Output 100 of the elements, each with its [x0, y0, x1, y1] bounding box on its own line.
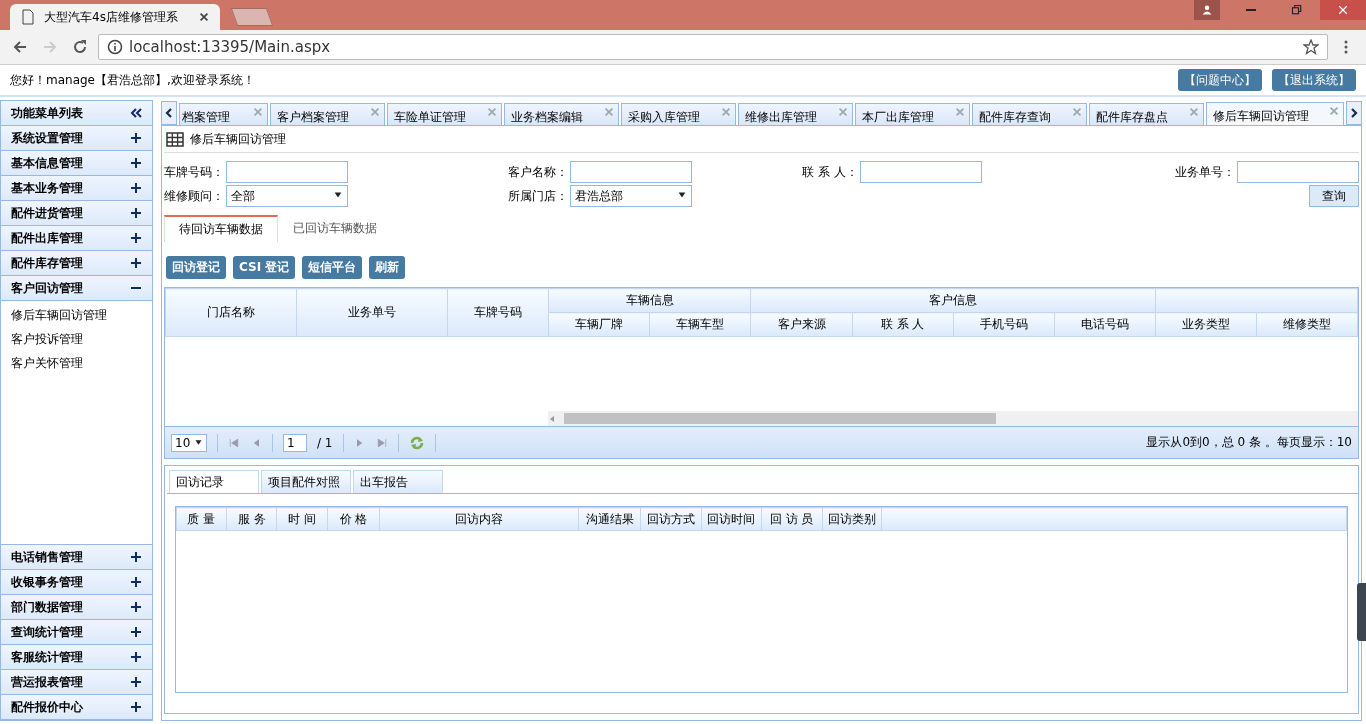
column-header[interactable]: 业务单号: [296, 288, 448, 337]
menu-group[interactable]: 配件出库管理: [1, 226, 152, 251]
back-arrow-icon: [12, 39, 28, 55]
column-header[interactable]: 沟通结果: [578, 507, 641, 531]
column-header[interactable]: 回访方式: [640, 507, 702, 531]
column-header[interactable]: 价 格: [327, 507, 380, 531]
column-header[interactable]: 车辆车型: [649, 312, 751, 337]
column-header[interactable]: 回访类别: [822, 507, 882, 531]
field-label: 车牌号码：: [164, 163, 224, 181]
browser-tab[interactable]: 大型汽车4s店维修管理系: [10, 4, 220, 30]
select-field[interactable]: 全部: [226, 185, 348, 207]
data-tab[interactable]: 已回访车辆数据: [278, 215, 392, 242]
dropdown-icon: [677, 190, 687, 200]
menu-group[interactable]: 配件进货管理: [1, 201, 152, 226]
column-header[interactable]: 维修类型: [1256, 312, 1358, 337]
close-icon: [603, 106, 615, 118]
column-header[interactable]: 时 间: [277, 507, 328, 531]
page-number-field[interactable]: 1: [283, 433, 307, 452]
detail-tab[interactable]: 回访记录: [169, 470, 259, 493]
menu-item[interactable]: 客户投诉管理: [1, 327, 152, 351]
page-tab[interactable]: 修后车辆回访管理: [1206, 102, 1344, 125]
column-header[interactable]: 服 务: [226, 507, 277, 531]
page-tab[interactable]: 业务档案编辑: [504, 103, 619, 125]
page-tab[interactable]: 配件库存盘点: [1089, 103, 1204, 125]
menu-group[interactable]: 客户回访管理: [1, 276, 152, 301]
menu-group[interactable]: 营运报表管理: [1, 670, 152, 695]
close-icon: [198, 11, 210, 23]
menu-group[interactable]: 配件报价中心: [1, 695, 152, 720]
menu-group[interactable]: 收银事务管理: [1, 570, 152, 595]
plus-icon: [130, 601, 142, 613]
user-icon[interactable]: [1194, 0, 1220, 20]
input-field[interactable]: [570, 161, 692, 183]
field-label: 维修顾问：: [164, 187, 224, 205]
scroll-right-button[interactable]: [1346, 101, 1362, 125]
menu-group[interactable]: 配件库存管理: [1, 251, 152, 276]
column-header[interactable]: 车辆厂牌: [548, 312, 650, 337]
plus-icon: [130, 626, 142, 638]
menu-item[interactable]: 修后车辆回访管理: [1, 303, 152, 327]
detail-tab[interactable]: 项目配件对照: [261, 470, 351, 493]
input-field[interactable]: [226, 161, 348, 183]
page-tab[interactable]: 档案管理: [179, 103, 268, 125]
column-header[interactable]: 质 量: [176, 507, 227, 531]
plus-icon: [130, 257, 142, 269]
minimize-icon: [1246, 9, 1256, 11]
page-tab[interactable]: 采购入库管理: [621, 103, 736, 125]
side-handle[interactable]: [1357, 583, 1366, 641]
column-header[interactable]: 门店名称: [165, 288, 297, 337]
header-button[interactable]: 【问题中心】: [1178, 69, 1262, 91]
menu-group[interactable]: 部门数据管理: [1, 595, 152, 620]
scroll-left-button[interactable]: [161, 101, 177, 125]
close-icon: [369, 106, 381, 118]
new-tab-button[interactable]: [230, 8, 274, 26]
menu-group[interactable]: 基本业务管理: [1, 176, 152, 201]
plus-icon: [130, 157, 142, 169]
page-tab[interactable]: 客户档案管理: [270, 103, 385, 125]
page-tab[interactable]: 维修出库管理: [738, 103, 853, 125]
action-button[interactable]: 回访登记: [166, 256, 226, 279]
forward-arrow-icon: [42, 39, 58, 55]
close-icon: [720, 106, 732, 118]
page-size-select[interactable]: 10: [171, 433, 207, 452]
column-header[interactable]: 回 访 员: [761, 507, 822, 531]
menu-group[interactable]: 基本信息管理: [1, 151, 152, 176]
action-button[interactable]: 短信平台: [302, 256, 363, 279]
action-button[interactable]: 刷新: [369, 256, 406, 279]
menu-group[interactable]: 电话销售管理: [1, 545, 152, 570]
column-header[interactable]: 车牌号码: [447, 288, 549, 337]
query-button[interactable]: 查询: [1309, 185, 1359, 207]
plus-icon: [130, 651, 142, 663]
horizontal-scrollbar[interactable]: [548, 411, 1358, 426]
column-header[interactable]: 客户来源: [750, 312, 853, 337]
dropdown-icon: [194, 438, 203, 447]
welcome-text: 您好！manage【君浩总部】,欢迎登录系统！: [10, 71, 256, 89]
close-icon: [486, 106, 498, 118]
column-header[interactable]: 业务类型: [1155, 312, 1257, 337]
input-field[interactable]: [1237, 161, 1359, 183]
menu-item[interactable]: 客户关怀管理: [1, 351, 152, 375]
menu-group[interactable]: 查询统计管理: [1, 620, 152, 645]
page-title: 修后车辆回访管理: [190, 130, 286, 148]
page-tab[interactable]: 配件库存查询: [972, 103, 1087, 125]
last-page-icon: [375, 436, 388, 449]
column-header[interactable]: 手机号码: [953, 312, 1055, 337]
input-field[interactable]: [859, 161, 982, 183]
column-header[interactable]: 联 系 人: [852, 312, 954, 337]
menu-group[interactable]: 客服统计管理: [1, 645, 152, 670]
column-header[interactable]: 回访内容: [379, 507, 579, 531]
menu-group[interactable]: 系统设置管理: [1, 126, 152, 151]
page-tab[interactable]: 本厂出库管理: [855, 103, 970, 125]
refresh-icon: [408, 434, 425, 451]
action-button[interactable]: CSI 登记: [233, 256, 296, 279]
column-header[interactable]: 回访时间: [701, 507, 762, 531]
header-button[interactable]: 【退出系统】: [1272, 69, 1356, 91]
column-header[interactable]: 电话号码: [1054, 312, 1156, 337]
data-tab[interactable]: 待回访车辆数据: [164, 215, 278, 242]
detail-tab[interactable]: 出车报告: [353, 470, 443, 493]
page-tab[interactable]: 车险单证管理: [387, 103, 502, 125]
address-bar[interactable]: localhost:13395/Main.aspx: [98, 34, 1328, 60]
select-field[interactable]: 君浩总部: [570, 185, 692, 207]
field-label: 客户名称：: [508, 163, 568, 181]
table-icon: [166, 130, 184, 148]
field-label: 所属门店：: [508, 187, 568, 205]
